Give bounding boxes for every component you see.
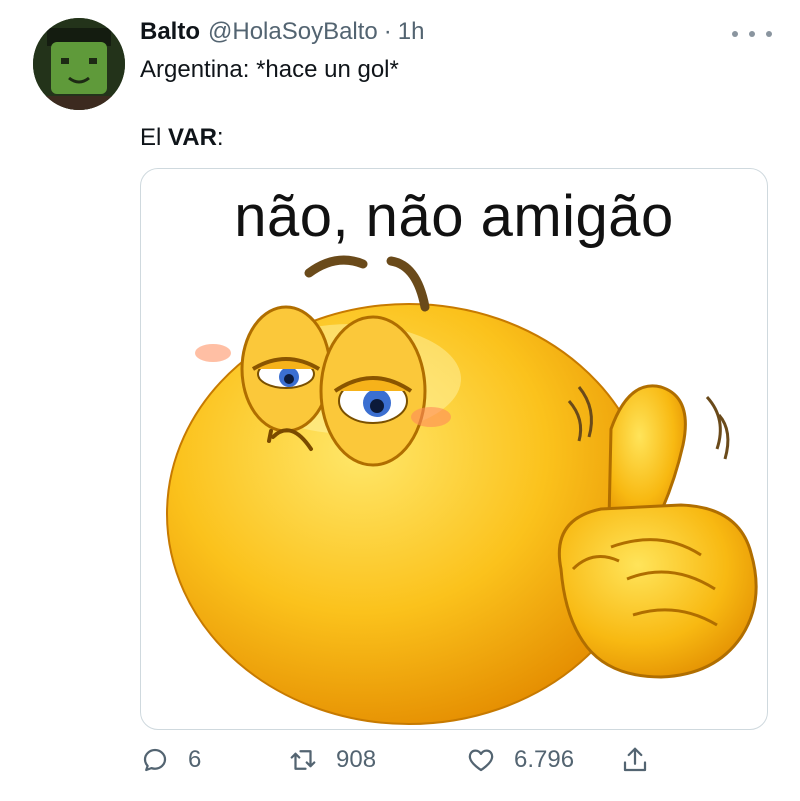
- reply-button[interactable]: 6: [140, 740, 201, 780]
- tweet-text-line1: Argentina: *hace un gol*: [140, 56, 399, 83]
- tweet-media[interactable]: não, não amigão: [140, 168, 768, 730]
- tweet-header: Balto @HolaSoyBalto · 1h: [140, 18, 424, 48]
- media-caption: não, não amigão: [234, 184, 674, 249]
- tweet: Balto @HolaSoyBalto · 1h Argentina: *hac…: [0, 0, 800, 801]
- author-name[interactable]: Balto: [140, 18, 200, 46]
- like-count: 6.796: [514, 746, 575, 773]
- reply-icon: [143, 748, 167, 772]
- tweet-time[interactable]: 1h: [398, 18, 425, 46]
- header-separator: ·: [383, 18, 392, 45]
- more-dot: [749, 31, 755, 37]
- like-button[interactable]: 6.796: [466, 740, 574, 780]
- tweet-text-bold: VAR: [168, 124, 217, 151]
- share-icon: [623, 747, 647, 772]
- retweet-icon: [290, 750, 316, 770]
- more-dot: [766, 31, 772, 37]
- reply-count: 6: [188, 746, 202, 773]
- tweet-text-line2: El VAR:: [140, 124, 224, 152]
- retweet-button[interactable]: 908: [288, 740, 376, 780]
- emoji-image: [166, 255, 758, 725]
- retweet-count: 908: [336, 746, 377, 773]
- avatar[interactable]: [33, 18, 125, 110]
- tweet-text-suffix: :: [216, 124, 224, 151]
- heart-icon: [468, 749, 494, 772]
- more-options-icon[interactable]: [732, 24, 772, 44]
- share-button[interactable]: [620, 740, 650, 780]
- tweet-text-prefix: El: [140, 124, 169, 151]
- more-dot: [732, 31, 738, 37]
- avatar-image: [33, 18, 125, 110]
- author-handle[interactable]: @HolaSoyBalto: [208, 18, 378, 46]
- tweet-actions: 6 908 6.796: [140, 740, 700, 780]
